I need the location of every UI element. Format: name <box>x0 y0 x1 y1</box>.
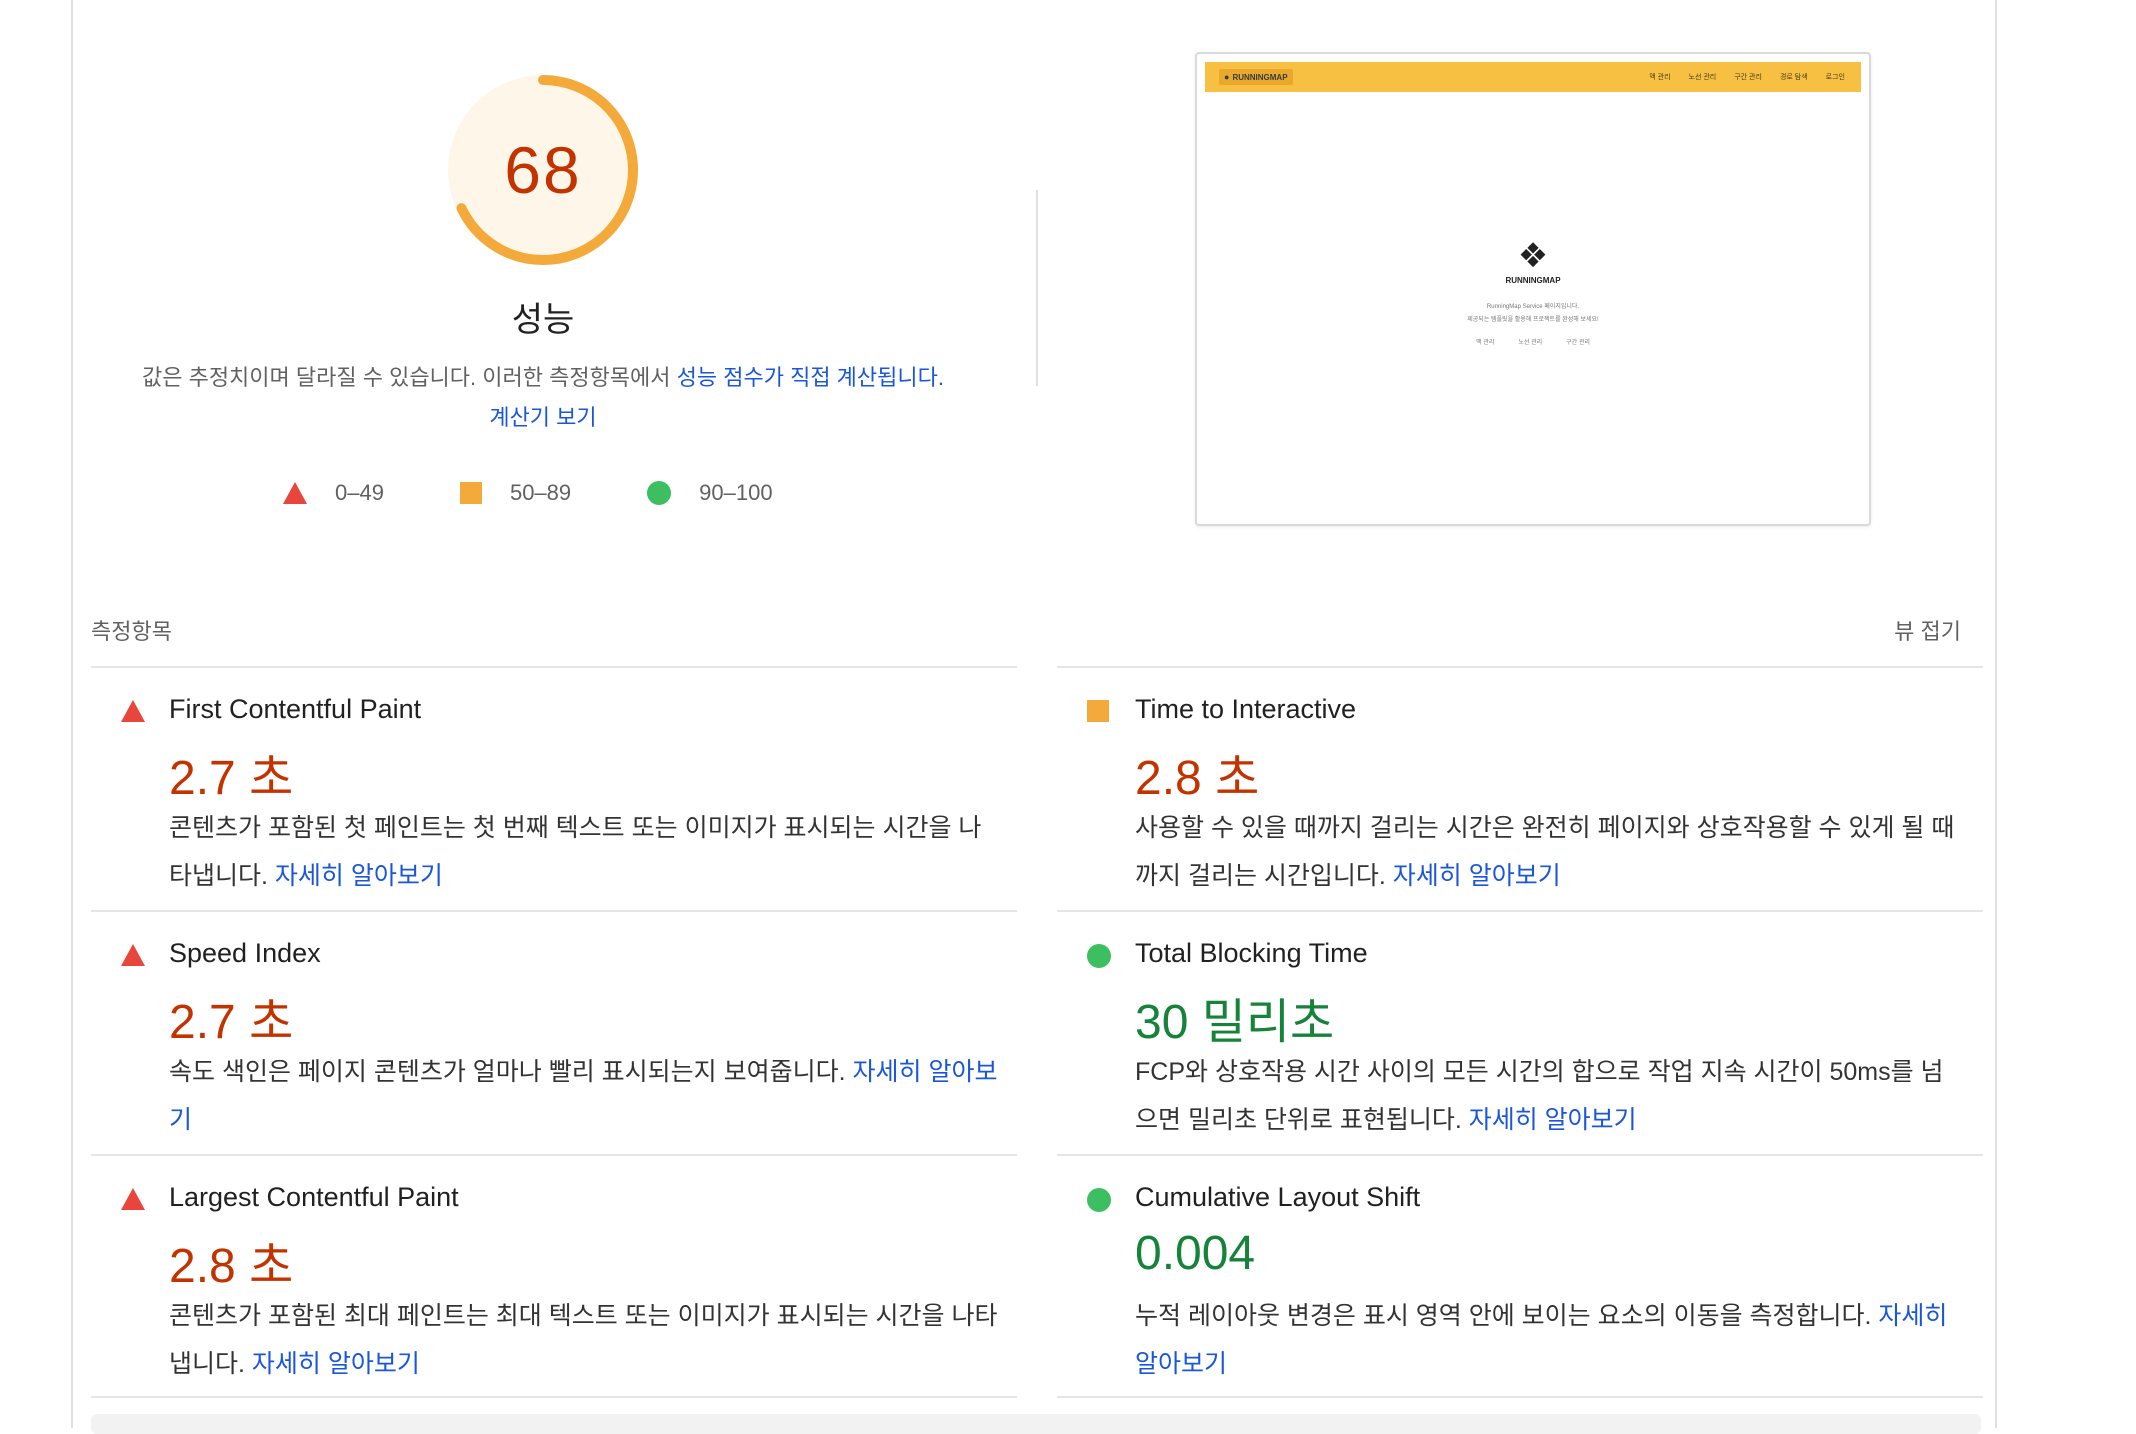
learn-more-link[interactable]: 자세히 알아보기 <box>1469 1106 1637 1134</box>
red-triangle-icon <box>121 944 145 966</box>
section-divider <box>1036 190 1038 386</box>
metrics-bottom-divider <box>1057 1396 1983 1398</box>
metric-description: FCP와 상호작용 시간 사이의 모든 시간의 합으로 작업 지속 시간이 50… <box>1135 1048 1965 1144</box>
thumb-links: 맥 관리 노선 관리 구간 관리 <box>1197 337 1869 346</box>
orange-square-icon <box>459 482 482 504</box>
report-page: 68 성능 값은 추정치이며 달라질 수 있습니다. 이러한 측정항목에서 성능… <box>71 0 1997 1434</box>
thumb-logo-text: RUNNINGMAP <box>1505 276 1561 285</box>
metric-first-contentful-paint: First Contentful Paint 2.7 초 콘텐츠가 포함된 첫 … <box>91 666 1017 912</box>
learn-more-link[interactable]: 자세히 알아보기 <box>1393 862 1561 890</box>
gauge-description-text: 값은 추정치이며 달라질 수 있습니다. 이러한 측정항목에서 <box>141 365 677 390</box>
metric-speed-index: Speed Index 2.7 초 속도 색인은 페이지 콘텐츠가 얼마나 빨리… <box>91 910 1017 1156</box>
thumb-link: 노선 관리 <box>1518 340 1543 346</box>
orange-square-icon <box>1087 700 1109 722</box>
legend-pass: 90–100 <box>647 480 773 506</box>
metric-description: 콘텐츠가 포함된 첫 페인트는 첫 번째 텍스트 또는 이미지가 표시되는 시간… <box>169 804 999 900</box>
thumb-menu: 맥 관리 노선 관리 구간 관리 경로 탐색 로그인 <box>1631 72 1845 82</box>
score-legend: 0–49 50–89 90–100 <box>283 478 849 508</box>
metric-title: Cumulative Layout Shift <box>1135 1182 1421 1212</box>
metric-value: 2.7 초 <box>169 996 294 1049</box>
metrics-bottom-divider <box>91 1396 1017 1398</box>
metric-description: 콘텐츠가 포함된 최대 페인트는 최대 텍스트 또는 이미지가 표시되는 시간을… <box>169 1292 999 1388</box>
metric-cumulative-layout-shift: Cumulative Layout Shift 0.004 누적 레이아웃 변경… <box>1057 1154 1983 1400</box>
legend-average: 50–89 <box>459 480 572 506</box>
green-circle-icon <box>647 481 672 505</box>
gauge-title: 성능 <box>511 301 575 339</box>
runner-logo-icon: ❖ <box>1517 237 1549 275</box>
thumb-intro-sub: 제공되는 템플릿을 활용해 프로젝트를 완성해 보세요! <box>1467 317 1599 323</box>
thumb-menu-item: 노선 관리 <box>1688 74 1717 81</box>
metric-total-blocking-time: Total Blocking Time 30 밀리초 FCP와 상호작용 시간 … <box>1057 910 1983 1156</box>
thumb-menu-item: 구간 관리 <box>1734 74 1762 81</box>
green-circle-icon <box>1087 944 1111 968</box>
runner-logo-icon: ● <box>1224 72 1230 82</box>
collapse-view-toggle[interactable]: 뷰 접기 <box>1894 614 1961 646</box>
learn-more-link[interactable]: 자세히 알아보기 <box>275 862 443 890</box>
metric-title: Speed Index <box>169 938 321 968</box>
thumb-link: 구간 관리 <box>1566 340 1590 346</box>
thumb-menu-item: 맥 관리 <box>1649 74 1671 81</box>
metric-largest-contentful-paint: Largest Contentful Paint 2.8 초 콘텐츠가 포함된 … <box>91 1154 1017 1400</box>
red-triangle-icon <box>121 700 145 722</box>
metric-title: Time to Interactive <box>1135 694 1357 724</box>
metric-description: 사용할 수 있을 때까지 걸리는 시간은 완전히 페이지와 상호작용할 수 있게… <box>1135 804 1965 900</box>
metric-description-text: 속도 색인은 페이지 콘텐츠가 얼마나 빨리 표시되는지 보여줍니다. <box>169 1058 853 1086</box>
next-section-bar <box>91 1414 1981 1434</box>
metric-title: Largest Contentful Paint <box>169 1182 459 1212</box>
red-triangle-icon <box>121 1188 145 1210</box>
legend-fail: 0–49 <box>283 480 384 506</box>
metric-value: 0.004 <box>1135 1227 1256 1280</box>
learn-more-link[interactable]: 자세히 알아보기 <box>252 1350 420 1378</box>
calculator-link[interactable]: 계산기 보기 <box>489 405 596 430</box>
metric-description: 누적 레이아웃 변경은 표시 영역 안에 보이는 요소의 이동을 측정합니다. … <box>1135 1292 1965 1388</box>
thumb-menu-item: 경로 탐색 <box>1779 74 1808 81</box>
thumb-brand-text: RUNNINGMAP <box>1232 72 1288 82</box>
metric-value: 2.8 초 <box>1135 752 1260 805</box>
metric-description-text: 누적 레이아웃 변경은 표시 영역 안에 보이는 요소의 이동을 측정합니다. <box>1135 1302 1879 1330</box>
performance-score: 68 <box>504 133 582 207</box>
performance-gauge[interactable]: 68 <box>443 70 643 270</box>
metric-description: 속도 색인은 페이지 콘텐츠가 얼마나 빨리 표시되는지 보여줍니다. 자세히 … <box>169 1048 999 1144</box>
score-calculation-link[interactable]: 성능 점수가 직접 계산됩니다. <box>677 365 944 390</box>
final-screenshot[interactable]: ● RUNNINGMAP 맥 관리 노선 관리 구간 관리 경로 탐색 로그인 … <box>1195 52 1871 526</box>
thumb-brand: ● RUNNINGMAP <box>1219 69 1293 85</box>
metrics-heading: 측정항목 <box>91 619 172 644</box>
metric-title: First Contentful Paint <box>169 694 422 724</box>
thumb-intro: RunningMap Service 페이지입니다. <box>1486 304 1580 310</box>
metric-title: Total Blocking Time <box>1135 938 1368 968</box>
legend-average-range: 50–89 <box>509 480 572 505</box>
gauge-description: 값은 추정치이며 달라질 수 있습니다. 이러한 측정항목에서 성능 점수가 직… <box>133 358 953 438</box>
thumb-link: 맥 관리 <box>1476 340 1495 346</box>
metric-value: 30 밀리초 <box>1135 996 1335 1049</box>
thumb-content: ❖ RUNNINGMAP RunningMap Service 페이지입니다. … <box>1197 238 1869 346</box>
thumb-navbar: ● RUNNINGMAP 맥 관리 노선 관리 구간 관리 경로 탐색 로그인 <box>1205 62 1861 92</box>
green-circle-icon <box>1087 1188 1111 1212</box>
legend-fail-range: 0–49 <box>335 480 384 505</box>
legend-pass-range: 90–100 <box>699 480 773 505</box>
thumb-menu-item: 로그인 <box>1825 74 1845 81</box>
red-triangle-icon <box>283 482 307 504</box>
metric-time-to-interactive: Time to Interactive 2.8 초 사용할 수 있을 때까지 걸… <box>1057 666 1983 912</box>
metric-value: 2.8 초 <box>169 1240 294 1293</box>
metric-value: 2.7 초 <box>169 752 294 805</box>
